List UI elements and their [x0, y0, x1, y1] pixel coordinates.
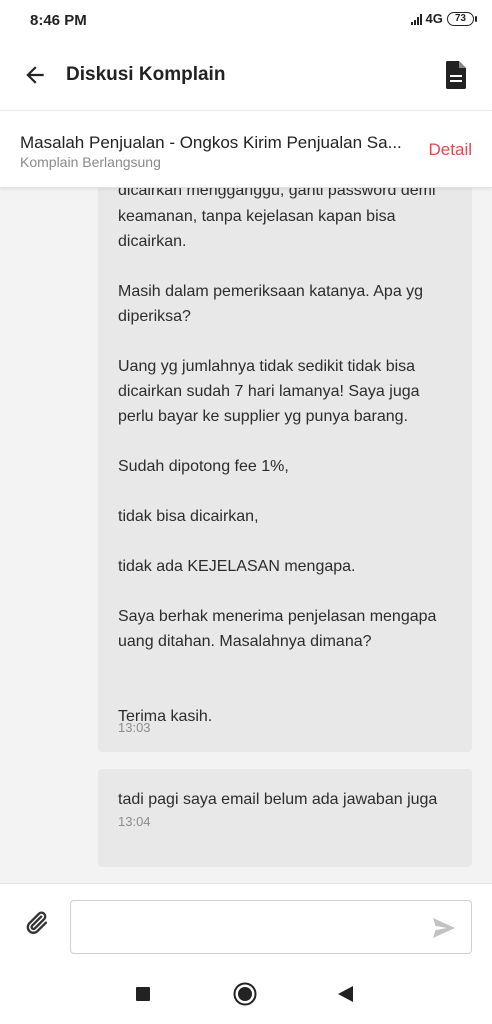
status-bar: 8:46 PM 4G 73 — [0, 0, 492, 44]
paperclip-icon[interactable] — [22, 909, 50, 937]
message-paragraph: Terima kasih. — [118, 708, 213, 725]
message-paragraph: Masih dalam pemeriksaan katanya. Apa yg … — [118, 283, 424, 325]
detail-link[interactable]: Detail — [429, 140, 472, 160]
arrow-back-icon[interactable] — [22, 62, 48, 88]
message-paragraph: Sudah dipotong fee 1%, — [118, 458, 289, 475]
message-time: 13:04 — [118, 814, 151, 829]
message-paragraph: Saya berhak menerima penjelasan mengapa … — [118, 608, 437, 650]
message-paragraph: tadi pagi saya email belum ada jawaban j… — [118, 791, 438, 808]
battery-level: 73 — [454, 12, 466, 24]
signal-icon — [410, 13, 422, 25]
status-indicators: 4G 73 — [410, 11, 478, 26]
complaint-status: Komplain Berlangsung — [20, 154, 161, 170]
battery-icon: 73 — [446, 11, 478, 26]
system-nav-bar — [0, 963, 492, 1024]
message-paragraph: Uang yg jumlahnya tidak sedikit tidak bi… — [118, 358, 420, 425]
message-paragraph: tidak bisa dicairkan, — [118, 508, 259, 525]
send-icon[interactable] — [432, 917, 456, 939]
complaint-title: Masalah Penjualan - Ongkos Kirim Penjual… — [20, 133, 402, 152]
complaint-header: Masalah Penjualan - Ongkos Kirim Penjual… — [0, 110, 492, 188]
document-icon[interactable] — [444, 60, 468, 90]
recents-square-icon[interactable] — [136, 987, 150, 1001]
composer — [0, 883, 492, 964]
message-bubble: dicairkan mengganggu, ganti password dem… — [98, 186, 472, 752]
home-circle-icon[interactable] — [233, 982, 257, 1006]
message-input[interactable] — [70, 900, 472, 954]
network-type: 4G — [425, 11, 443, 26]
app-bar: Diskusi Komplain — [0, 44, 492, 108]
message-paragraph: tidak ada KEJELASAN mengapa. — [118, 558, 356, 575]
chat-area[interactable]: dicairkan mengganggu, ganti password dem… — [0, 186, 492, 883]
page-title: Diskusi Komplain — [66, 64, 226, 85]
message-paragraph: keamanan, tanpa kejelasan kapan bisa dic… — [118, 208, 396, 250]
back-triangle-icon[interactable] — [337, 985, 354, 1003]
message-bubble: tadi pagi saya email belum ada jawaban j… — [98, 769, 472, 867]
message-partial-line: dicairkan mengganggu, ganti password dem… — [118, 186, 436, 199]
status-time: 8:46 PM — [30, 12, 87, 29]
message-time: 13:03 — [118, 720, 151, 735]
